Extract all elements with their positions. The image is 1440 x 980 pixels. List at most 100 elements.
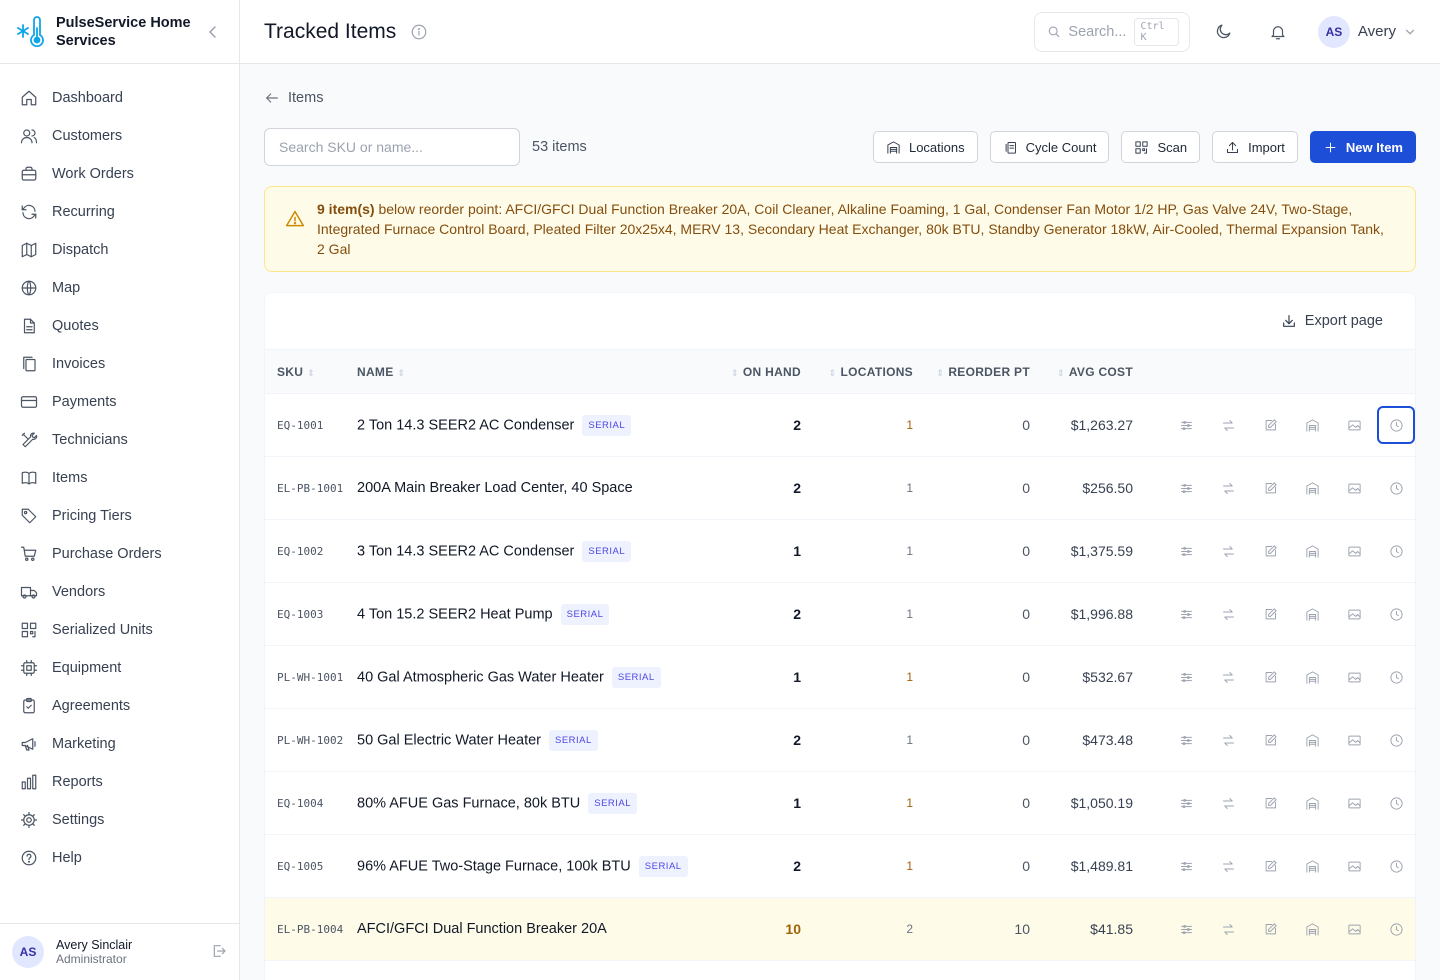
- sidebar-item-invoices[interactable]: Invoices: [0, 345, 239, 383]
- column-on-hand[interactable]: ⇕ ON HAND: [701, 350, 801, 394]
- adjust-button[interactable]: [1167, 847, 1205, 885]
- locations-button[interactable]: Locations: [872, 131, 978, 163]
- edit-button[interactable]: [1251, 784, 1289, 822]
- logout-button[interactable]: [211, 943, 227, 962]
- warehouse-button[interactable]: [1293, 721, 1331, 759]
- warehouse-button[interactable]: [1293, 532, 1331, 570]
- sidebar-item-pricing-tiers[interactable]: Pricing Tiers: [0, 497, 239, 535]
- transfer-button[interactable]: [1209, 784, 1247, 822]
- edit-button[interactable]: [1251, 847, 1289, 885]
- warehouse-button[interactable]: [1293, 847, 1331, 885]
- sidebar-item-agreements[interactable]: Agreements: [0, 687, 239, 725]
- history-button[interactable]: [1377, 847, 1415, 885]
- cell-locations[interactable]: 1: [801, 646, 913, 709]
- history-button[interactable]: [1377, 784, 1415, 822]
- image-button[interactable]: [1335, 973, 1373, 980]
- sidebar-item-reports[interactable]: Reports: [0, 763, 239, 801]
- warehouse-button[interactable]: [1293, 658, 1331, 696]
- history-button[interactable]: [1377, 595, 1415, 633]
- image-button[interactable]: [1335, 469, 1373, 507]
- cell-locations[interactable]: 1: [801, 835, 913, 898]
- user-menu[interactable]: AS Avery: [1312, 15, 1416, 48]
- table-row[interactable]: PL-WH-1001 40 Gal Atmospheric Gas Water H…: [265, 646, 1415, 709]
- new-item-button[interactable]: New Item: [1309, 131, 1416, 163]
- sidebar-item-technicians[interactable]: Technicians: [0, 421, 239, 459]
- sidebar-item-help[interactable]: Help: [0, 839, 239, 877]
- history-button[interactable]: [1377, 658, 1415, 696]
- column-locations[interactable]: ⇕ LOCATIONS: [801, 350, 913, 394]
- edit-button[interactable]: [1251, 595, 1289, 633]
- sidebar-item-recurring[interactable]: Recurring: [0, 193, 239, 231]
- warehouse-button[interactable]: [1293, 784, 1331, 822]
- warehouse-button[interactable]: [1293, 595, 1331, 633]
- transfer-button[interactable]: [1209, 658, 1247, 696]
- column-avg-cost[interactable]: ⇕ AVG COST: [1030, 350, 1133, 394]
- table-row[interactable]: EL-PB-1001 200A Main Breaker Load Center,…: [265, 457, 1415, 520]
- transfer-button[interactable]: [1209, 847, 1247, 885]
- cell-locations[interactable]: 2: [801, 898, 913, 961]
- image-button[interactable]: [1335, 847, 1373, 885]
- adjust-button[interactable]: [1167, 406, 1205, 444]
- sidebar-item-quotes[interactable]: Quotes: [0, 307, 239, 345]
- image-button[interactable]: [1335, 532, 1373, 570]
- transfer-button[interactable]: [1209, 532, 1247, 570]
- adjust-button[interactable]: [1167, 469, 1205, 507]
- adjust-button[interactable]: [1167, 721, 1205, 759]
- transfer-button[interactable]: [1209, 469, 1247, 507]
- warehouse-button[interactable]: [1293, 910, 1331, 948]
- warehouse-button[interactable]: [1293, 406, 1331, 444]
- item-search-input[interactable]: [264, 128, 520, 166]
- cell-locations[interactable]: 1: [801, 709, 913, 772]
- edit-button[interactable]: [1251, 406, 1289, 444]
- history-button[interactable]: [1377, 721, 1415, 759]
- table-row[interactable]: EQ-1002 3 Ton 14.3 SEER2 AC Condenser SERI…: [265, 520, 1415, 583]
- cell-locations[interactable]: 1: [801, 394, 913, 457]
- table-row[interactable]: EQ-1005 96% AFUE Two-Stage Furnace, 100k …: [265, 835, 1415, 898]
- edit-button[interactable]: [1251, 973, 1289, 980]
- edit-button[interactable]: [1251, 910, 1289, 948]
- edit-button[interactable]: [1251, 532, 1289, 570]
- avatar[interactable]: AS: [12, 936, 44, 968]
- cell-locations[interactable]: 1: [801, 583, 913, 646]
- transfer-button[interactable]: [1209, 721, 1247, 759]
- column-reorder[interactable]: ⇕ REORDER PT: [913, 350, 1030, 394]
- sidebar-item-vendors[interactable]: Vendors: [0, 573, 239, 611]
- sidebar-item-items[interactable]: Items: [0, 459, 239, 497]
- warehouse-button[interactable]: [1293, 469, 1331, 507]
- collapse-sidebar-button[interactable]: [203, 22, 223, 42]
- sidebar-item-customers[interactable]: Customers: [0, 117, 239, 155]
- table-row[interactable]: EQ-1003 4 Ton 15.2 SEER2 Heat Pump SERIAL 2…: [265, 583, 1415, 646]
- image-button[interactable]: [1335, 910, 1373, 948]
- image-button[interactable]: [1335, 784, 1373, 822]
- scan-button[interactable]: Scan: [1121, 131, 1201, 163]
- transfer-button[interactable]: [1209, 406, 1247, 444]
- table-row[interactable]: EQ-1001 2 Ton 14.3 SEER2 AC Condenser SERI…: [265, 394, 1415, 457]
- warehouse-button[interactable]: [1293, 973, 1331, 980]
- column-sku[interactable]: SKU ⇕: [265, 350, 357, 394]
- adjust-button[interactable]: [1167, 532, 1205, 570]
- sidebar-item-equipment[interactable]: Equipment: [0, 649, 239, 687]
- image-button[interactable]: [1335, 595, 1373, 633]
- adjust-button[interactable]: [1167, 658, 1205, 696]
- table-row[interactable]: EL-PB-1004 AFCI/GFCI Dual Function Breake…: [265, 897, 1415, 961]
- export-page-button[interactable]: Export page: [1281, 313, 1383, 329]
- history-button[interactable]: [1377, 469, 1415, 507]
- import-button[interactable]: Import: [1212, 131, 1298, 163]
- image-button[interactable]: [1335, 658, 1373, 696]
- global-search[interactable]: Search... Ctrl K: [1033, 11, 1190, 52]
- theme-toggle-button[interactable]: [1204, 12, 1244, 52]
- sidebar-item-dashboard[interactable]: Dashboard: [0, 79, 239, 117]
- cell-locations[interactable]: 3: [801, 961, 913, 980]
- history-button[interactable]: [1377, 973, 1415, 980]
- edit-button[interactable]: [1251, 469, 1289, 507]
- adjust-button[interactable]: [1167, 910, 1205, 948]
- column-name[interactable]: NAME ⇕: [357, 350, 701, 394]
- sidebar-item-marketing[interactable]: Marketing: [0, 725, 239, 763]
- back-link[interactable]: Items: [264, 88, 323, 108]
- image-button[interactable]: [1335, 406, 1373, 444]
- adjust-button[interactable]: [1167, 784, 1205, 822]
- adjust-button[interactable]: [1167, 595, 1205, 633]
- cell-locations[interactable]: 1: [801, 772, 913, 835]
- cell-locations[interactable]: 1: [801, 520, 913, 583]
- image-button[interactable]: [1335, 721, 1373, 759]
